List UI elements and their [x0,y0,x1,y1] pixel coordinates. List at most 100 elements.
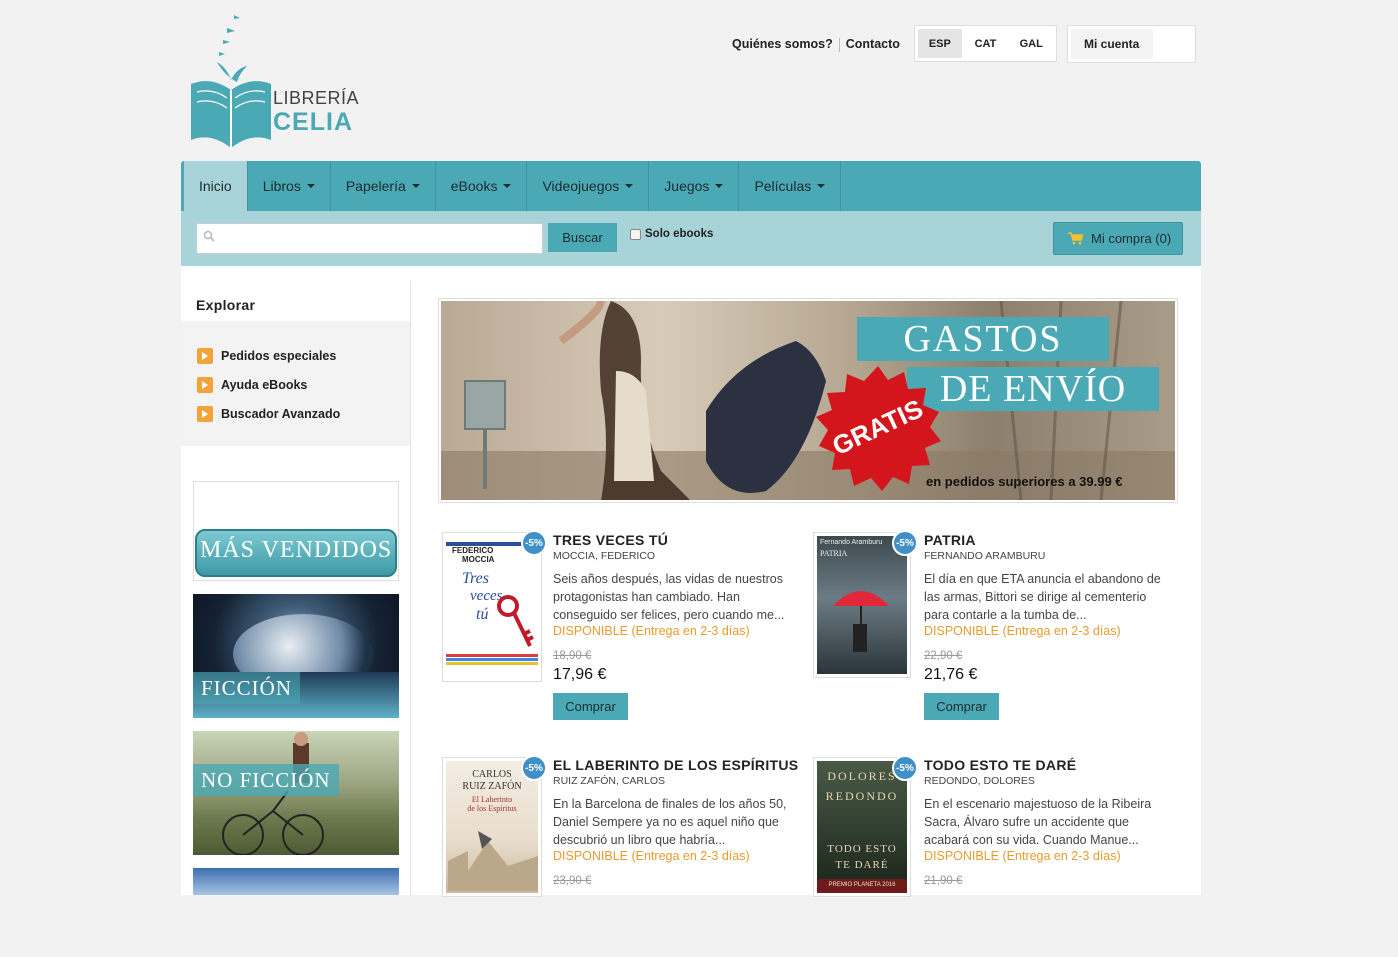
sidebar-item-buscador[interactable]: Buscador Avanzado [181,399,410,428]
caret-down-icon [817,184,826,188]
product-author[interactable]: REDONDO, DOLORES [924,775,1035,787]
hero-banner[interactable]: GASTOS DE ENVÍO GRATIS en pedidos superi… [438,298,1178,503]
product-card: Fernando Aramburu PATRIA -5% PATRIA FERN… [810,530,1170,732]
about-link[interactable]: Quiénes somos? [732,37,833,51]
hero-line-1: GASTOS [857,317,1109,361]
sidebar-item-ayuda[interactable]: Ayuda eBooks [181,370,410,399]
sidebar-item-label: Ayuda eBooks [221,377,308,392]
gratis-stamp-icon: GRATIS [816,366,941,491]
lang-gal[interactable]: GAL [1009,29,1053,58]
nav-label: Juegos [664,178,710,194]
cover-author-1: FEDERICO [452,546,494,555]
nav-papeleria[interactable]: Papelería [331,161,436,211]
nav-libros[interactable]: Libros [248,161,331,211]
product-title[interactable]: EL LABERINTO DE LOS ESPÍRITUS [553,757,798,773]
product-title[interactable]: TODO ESTO TE DARÉ [924,757,1076,773]
caret-down-icon [411,184,420,188]
cover-stripe [446,654,538,657]
search-input[interactable] [196,223,543,254]
product-price: 21,76 € [924,666,978,683]
cover-author: Fernando Aramburu [820,539,883,546]
discount-badge: -5% [892,755,918,781]
nav-juegos[interactable]: Juegos [649,161,740,211]
city-illustration [448,831,538,891]
product-author[interactable]: RUIZ ZAFÓN, CARLOS [553,775,665,787]
top-links: Quiénes somos? Contacto [732,37,900,52]
product-title[interactable]: TRES VECES TÚ [553,532,668,548]
contact-link[interactable]: Contacto [846,37,900,51]
nav-label: Papelería [345,178,406,194]
my-account-button[interactable]: Mi cuenta [1071,29,1153,59]
key-icon [497,595,534,647]
product-old-price: 21,90 € [924,875,963,887]
search-button[interactable]: Buscar [548,223,617,252]
caret-down-icon [306,184,315,188]
lang-esp[interactable]: ESP [918,29,962,58]
store-logo[interactable]: LIBRERÍA CELIA [189,12,359,152]
product-author[interactable]: MOCCIA, FEDERICO [553,550,655,562]
product-availability: DISPONIBLE (Entrega en 2-3 días) [924,849,1121,863]
product-description: En el escenario majestuoso de la Ribeira… [924,797,1152,847]
solo-ebooks-checkbox[interactable] [630,228,641,240]
cover-author-2: MOCCIA [462,555,495,564]
hero-footer: en pedidos superiores a 39.99 € [926,474,1123,489]
buy-button[interactable]: Comprar [553,693,628,720]
nav-label: Libros [262,178,301,194]
link-divider [838,37,840,52]
solo-ebooks-label: Solo ebooks [645,228,714,240]
product-price: 17,96 € [553,666,607,683]
lang-cat[interactable]: CAT [964,29,1008,58]
solo-ebooks-toggle[interactable]: Solo ebooks [630,228,713,240]
product-availability: DISPONIBLE (Entrega en 2-3 días) [553,624,750,638]
cart-label: Mi compra (0) [1091,231,1172,246]
search-bar: Buscar Solo ebooks Mi compra (0) [181,211,1201,266]
cart-button[interactable]: Mi compra (0) [1053,222,1183,255]
sidebar-item-pedidos[interactable]: Pedidos especiales [181,341,410,370]
arrow-right-icon [197,376,213,393]
banner-mas-vendidos[interactable]: MÁS VENDIDOS [193,481,399,581]
main-content: Explorar Pedidos especiales Ayuda eBooks… [181,266,1201,897]
page: LIBRERÍA CELIA Quiénes somos? Contacto ES… [181,0,1201,897]
cover-title: PATRIA [820,549,848,558]
cover-author-2: REDONDO [825,789,899,803]
logo-line-1: LIBRERÍA [273,88,360,108]
main-nav: Inicio Libros Papelería eBooks Videojueg… [181,161,1201,211]
banner-more[interactable] [193,868,399,895]
hero-line-2: DE ENVÍO [907,367,1159,411]
nav-videojuegos[interactable]: Videojuegos [527,161,650,211]
product-title[interactable]: PATRIA [924,532,976,548]
product-description: Seis años después, las vidas de nuestros… [553,572,785,622]
sidebar-item-label: Pedidos especiales [221,348,337,363]
banner-no-ficcion[interactable]: NO FICCIÓN [193,731,399,855]
arrow-right-icon [197,405,213,422]
cover-title-1: El Laberinto [471,795,513,804]
nav-inicio[interactable]: Inicio [184,161,248,211]
product-description: El día en que ETA anuncia el abandono de… [924,572,1161,622]
book-cover[interactable]: Fernando Aramburu PATRIA [813,532,911,678]
search-icon [203,230,215,242]
buy-button[interactable]: Comprar [924,693,999,720]
nav-ebooks[interactable]: eBooks [436,161,528,211]
product-author[interactable]: FERNANDO ARAMBURU [924,550,1045,562]
nav-peliculas[interactable]: Películas [739,161,842,211]
nav-label: eBooks [450,178,498,194]
cover-title-3: tú [476,606,489,623]
cover-author-2: RUIZ ZAFÓN [462,781,522,792]
cover-image: DOLORES REDONDO TODO ESTO TE DARÉ PREMIO… [817,761,907,893]
cover-image: Fernando Aramburu PATRIA [817,536,907,674]
nav-label: Películas [754,178,812,194]
logo-line-2: CELIA [273,108,353,136]
sidebar-links: Pedidos especiales Ayuda eBooks Buscador… [181,321,410,446]
banner-label: MÁS VENDIDOS [200,537,393,563]
cover-title-2: TE DARÉ [835,859,889,871]
product-description: En la Barcelona de finales de los años 5… [553,797,787,847]
sidebar-heading: Explorar [196,297,256,313]
discount-badge: -5% [892,530,918,556]
sidebar: Explorar Pedidos especiales Ayuda eBooks… [181,281,411,895]
caret-down-icon [625,184,634,188]
nav-label: Videojuegos [542,178,620,194]
cover-title-1: Tres [462,570,489,587]
banner-label: FICCIÓN [193,672,301,704]
discount-badge: -5% [521,755,547,781]
banner-ficcion[interactable]: FICCIÓN [193,594,399,718]
